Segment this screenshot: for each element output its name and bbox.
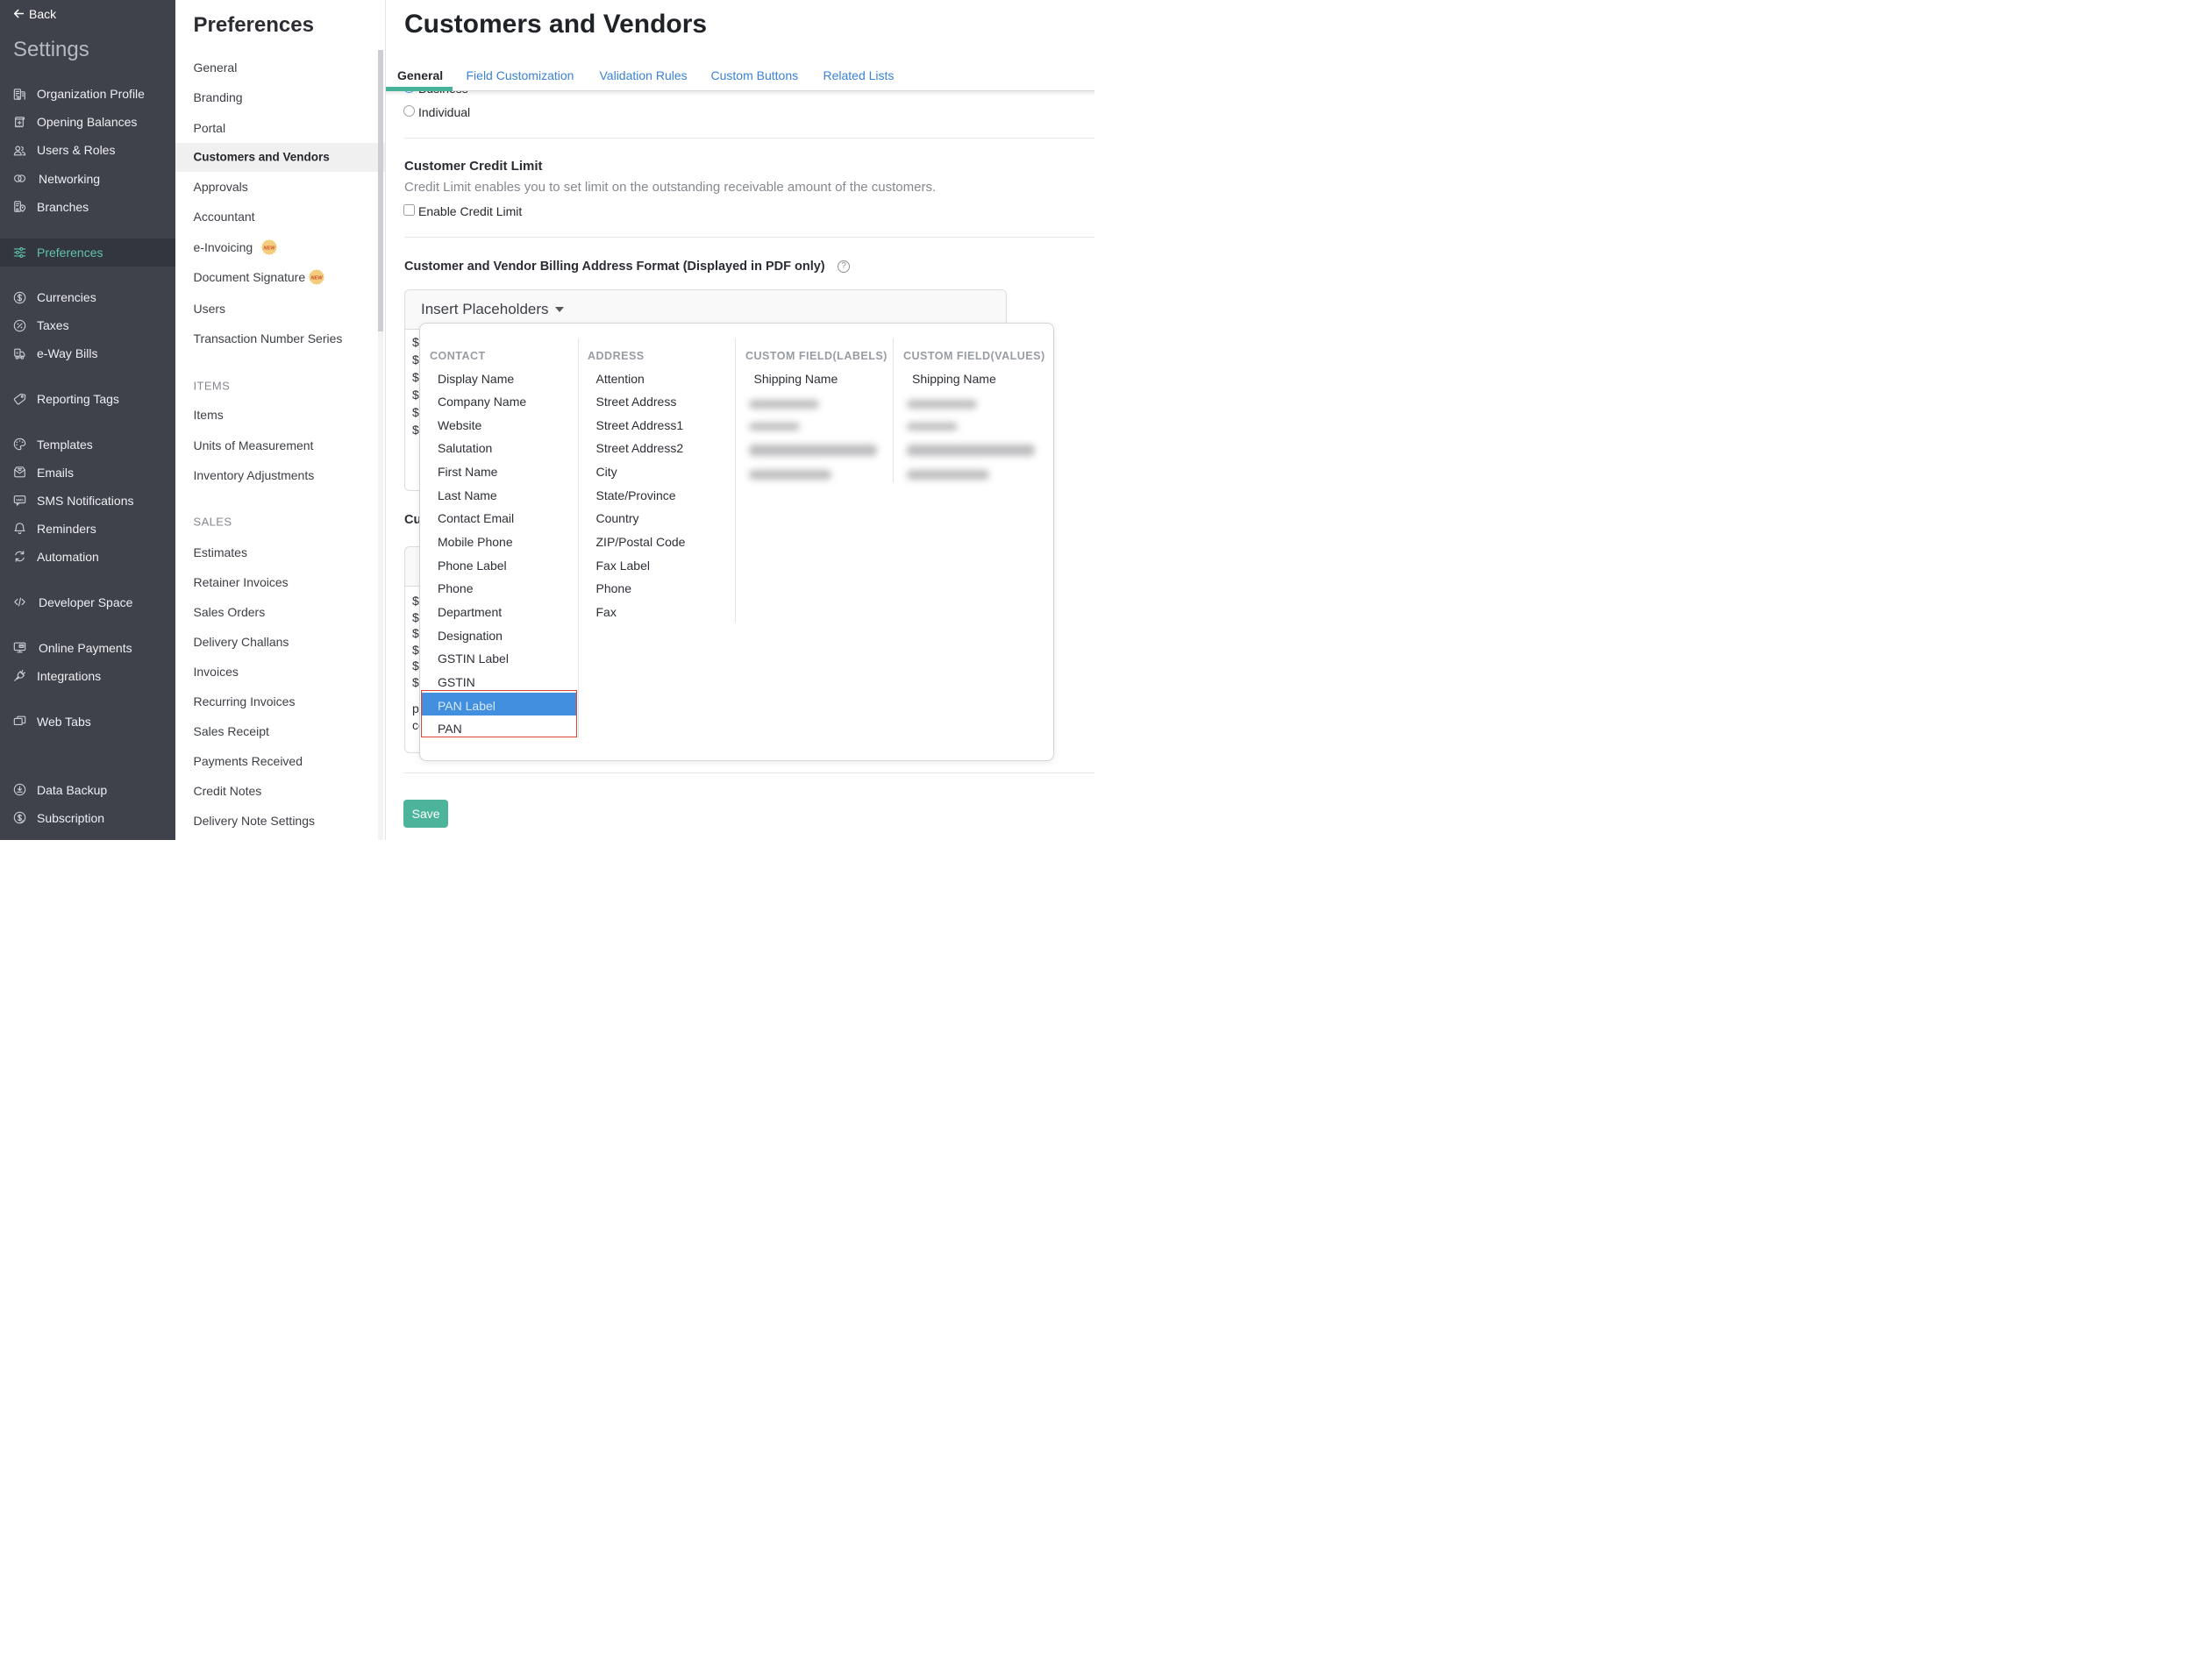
svg-text:NEW: NEW [263,246,275,251]
svg-text:e: e [16,350,18,355]
svg-text:SMS: SMS [16,497,24,502]
svg-text:NEW: NEW [310,276,323,281]
